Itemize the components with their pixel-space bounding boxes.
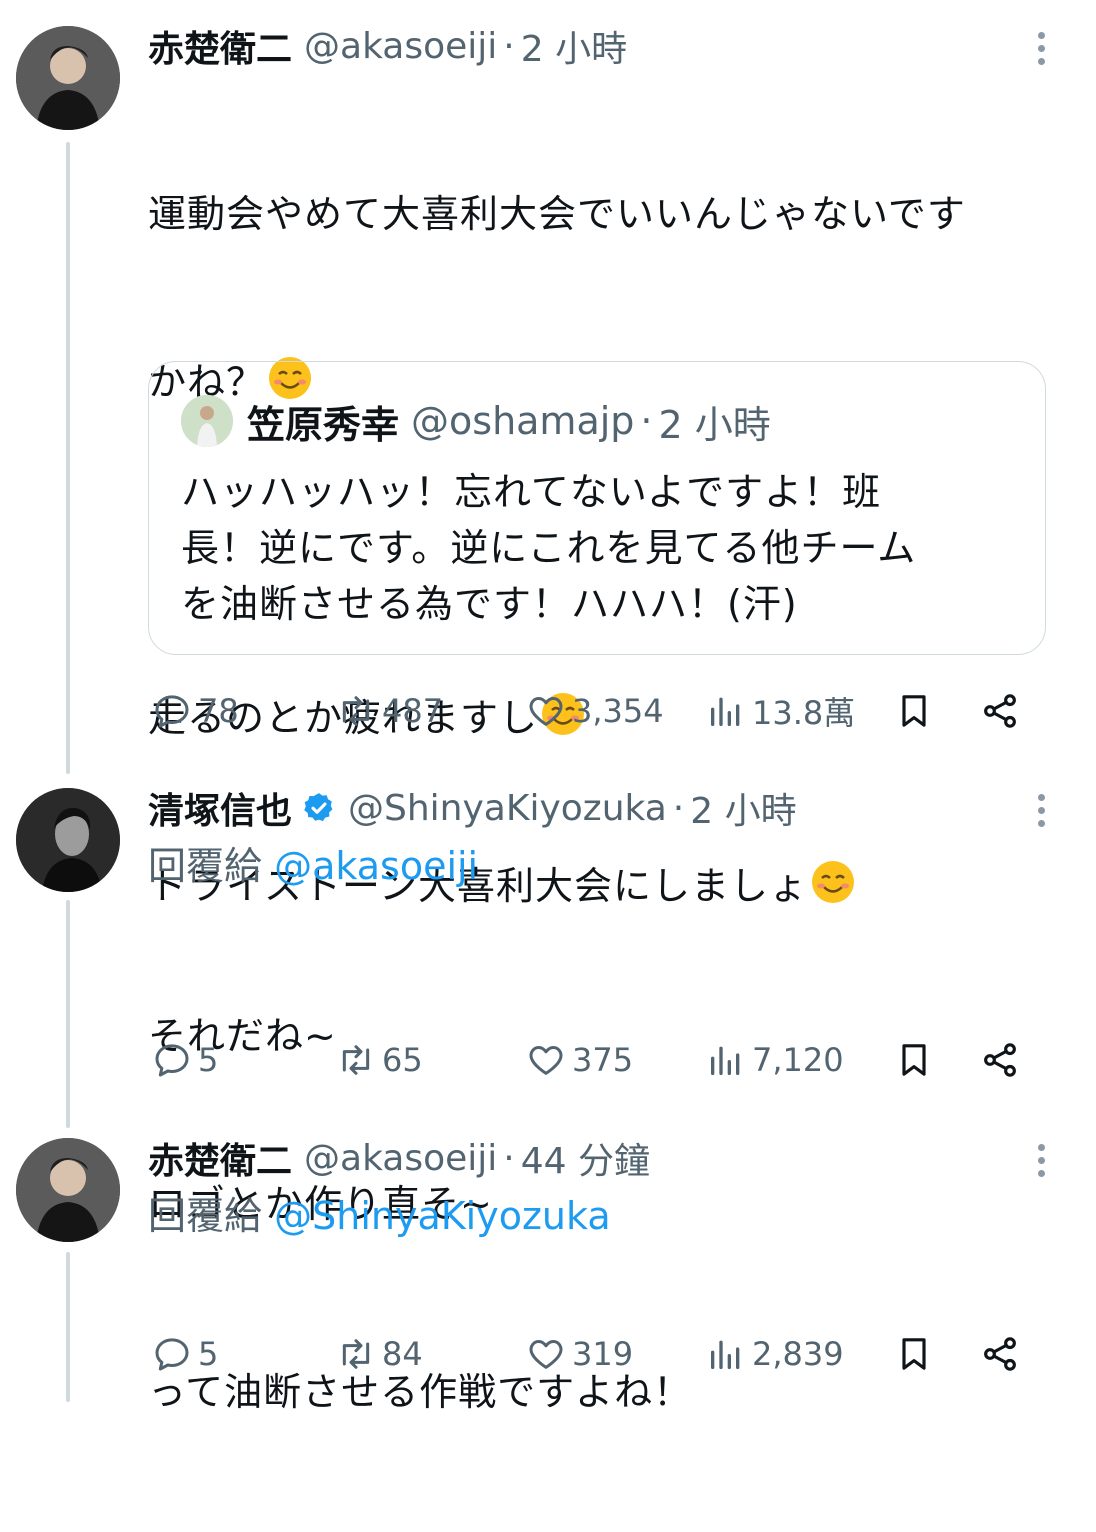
tweet-3-header: 赤楚衛二 @akasoeiji · 44 分鐘 <box>148 1128 1048 1188</box>
reply-prefix: 回覆給 <box>148 1194 263 1238</box>
like-button[interactable]: 3,354 <box>526 683 664 739</box>
quoted-tweet-card[interactable]: 笠原秀幸 @oshamajp · 2 小時 ハッハッハッ！忘れてないよですよ！班… <box>148 361 1046 655</box>
quoted-body-line: 長！逆にです。逆にこれを見てる他チーム <box>181 526 917 570</box>
avatar-oshamajp <box>181 395 233 447</box>
retweet-button[interactable]: 65 <box>336 1032 423 1088</box>
views-count: 7,120 <box>752 1041 844 1079</box>
retweet-button[interactable]: 84 <box>336 1326 423 1382</box>
bookmark-icon <box>902 1338 926 1370</box>
reply-icon <box>155 1338 189 1371</box>
like-button[interactable]: 319 <box>526 1326 633 1382</box>
views-icon <box>711 1340 740 1369</box>
more-icon[interactable] <box>1038 32 1046 65</box>
share-button[interactable] <box>980 1326 1020 1382</box>
views-count: 13.8萬 <box>752 694 856 732</box>
reply-mention-link[interactable]: @akasoeiji <box>274 844 478 888</box>
reply-button[interactable]: 78 <box>152 683 239 739</box>
reply-button[interactable]: 5 <box>152 1032 218 1088</box>
views-count: 2,839 <box>752 1335 844 1373</box>
retweet-count: 65 <box>382 1041 423 1079</box>
views-button[interactable]: 2,839 <box>706 1326 844 1382</box>
avatar-shinyakiyozuka[interactable] <box>16 788 120 892</box>
retweet-count: 487 <box>382 692 444 730</box>
thread-line-3 <box>66 1252 70 1402</box>
bookmark-icon <box>902 1044 926 1076</box>
author-handle[interactable]: @akasoeiji <box>304 26 497 67</box>
reply-count: 5 <box>198 1041 219 1079</box>
bookmark-button[interactable] <box>894 1032 934 1088</box>
more-icon[interactable] <box>1038 1144 1046 1177</box>
like-count: 319 <box>572 1335 634 1373</box>
verified-badge-icon <box>304 793 333 822</box>
like-count: 3,354 <box>572 692 664 730</box>
like-button[interactable]: 375 <box>526 1032 633 1088</box>
thread-line-2 <box>66 900 70 1128</box>
retweet-icon <box>342 1045 370 1075</box>
views-button[interactable]: 7,120 <box>706 1032 844 1088</box>
separator-dot: · <box>503 25 515 67</box>
reply-count: 78 <box>198 692 239 730</box>
quoted-tweet-header: 笠原秀幸 @oshamajp · 2 小時 <box>181 394 771 448</box>
views-button[interactable]: 13.8萬 <box>706 683 855 739</box>
avatar-akasoeiji[interactable] <box>16 1138 120 1242</box>
tweet-1-header: 赤楚衛二 @akasoeiji · 2 小時 <box>148 16 1048 76</box>
tweet-2-header: 清塚信也 @ShinyaKiyozuka · 2 小時 <box>148 778 1048 838</box>
quoted-author-handle: @oshamajp <box>411 399 635 443</box>
share-button[interactable] <box>980 683 1020 739</box>
share-icon <box>984 1337 1016 1371</box>
quoted-timestamp: 2 小時 <box>658 402 771 447</box>
share-icon <box>984 1043 1016 1077</box>
like-count: 375 <box>572 1041 634 1079</box>
views-icon <box>711 697 740 726</box>
tweet-body: って油断させる作戦ですよね！ <box>148 1252 1048 1532</box>
share-button[interactable] <box>980 1032 1020 1088</box>
thread-line-1 <box>66 142 70 774</box>
replying-to: 回覆給 @ShinyaKiyozuka <box>148 1188 1048 1244</box>
retweet-icon <box>342 696 370 726</box>
reply-icon <box>155 695 189 728</box>
views-icon <box>711 1046 740 1075</box>
quoted-body-line: ハッハッハッ！忘れてないよですよ！班 <box>181 470 882 514</box>
reply-count: 5 <box>198 1335 219 1373</box>
quoted-body-line: を油断させる為です！ハハハ！(汗) <box>181 582 798 626</box>
separator-dot: · <box>503 1137 515 1179</box>
avatar-akasoeiji[interactable] <box>16 26 120 130</box>
more-icon[interactable] <box>1038 794 1046 827</box>
heart-icon <box>529 1340 563 1369</box>
author-name[interactable]: 赤楚衛二 <box>148 20 292 72</box>
bookmark-button[interactable] <box>894 1326 934 1382</box>
heart-icon <box>529 1046 563 1075</box>
author-handle[interactable]: @akasoeiji <box>304 1138 497 1179</box>
separator-dot: · <box>672 787 685 829</box>
retweet-count: 84 <box>382 1335 423 1373</box>
reply-button[interactable]: 5 <box>152 1326 218 1382</box>
tweet-3-actions: 5 84 319 2,839 <box>148 1326 1038 1382</box>
author-name[interactable]: 赤楚衛二 <box>148 1132 292 1184</box>
author-name[interactable]: 清塚信也 <box>148 782 292 834</box>
reply-icon <box>155 1044 189 1077</box>
quoted-author-name: 笠原秀幸 <box>247 402 400 447</box>
bookmark-button[interactable] <box>894 683 934 739</box>
timestamp[interactable]: 2 小時 <box>521 20 627 72</box>
replying-to: 回覆給 @akasoeiji <box>148 838 1048 894</box>
author-handle[interactable]: @ShinyaKiyozuka <box>348 788 667 829</box>
share-icon <box>984 694 1016 728</box>
heart-icon <box>529 697 563 726</box>
timestamp[interactable]: 44 分鐘 <box>521 1132 650 1184</box>
bookmark-icon <box>902 695 926 727</box>
retweet-button[interactable]: 487 <box>336 683 443 739</box>
retweet-icon <box>342 1339 370 1369</box>
reply-prefix: 回覆給 <box>148 844 263 888</box>
tweet-body-line: 運動会やめて大喜利大会でいいんじゃないです <box>148 192 966 236</box>
tweet-2-actions: 5 65 375 7,120 <box>148 1032 1038 1088</box>
tweet-1-actions: 78 487 3,354 13.8萬 <box>148 683 1038 739</box>
quoted-tweet-body: ハッハッハッ！忘れてないよですよ！班 長！逆にです。逆にこれを見てる他チーム を… <box>181 464 1021 632</box>
timestamp[interactable]: 2 小時 <box>690 782 796 834</box>
separator-dot: · <box>640 399 653 443</box>
reply-mention-link[interactable]: @ShinyaKiyozuka <box>274 1194 611 1238</box>
